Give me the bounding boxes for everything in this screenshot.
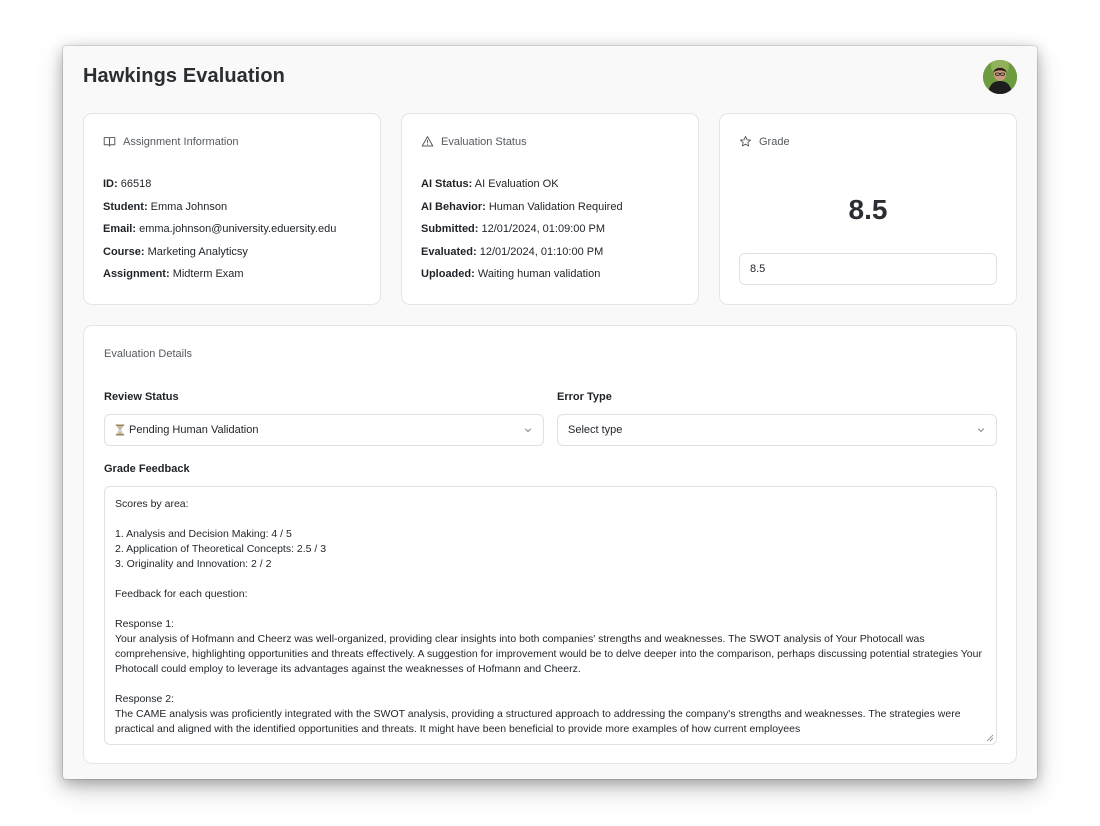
grade-feedback-textarea[interactable]: Scores by area: 1. Analysis and Decision… (104, 486, 997, 745)
info-label: Assignment: (103, 268, 170, 280)
hourglass-icon (115, 424, 125, 436)
assignment-info-list: ID: 66518 Student: Emma Johnson Email: e… (103, 177, 336, 290)
info-row-course: Course: Marketing Analyticsy (103, 245, 336, 268)
book-open-icon (103, 136, 116, 147)
grade-feedback-text: Scores by area: 1. Analysis and Decision… (115, 498, 982, 735)
evaluation-details-card: Evaluation Details Review Status Pending… (83, 325, 1017, 764)
avatar-image (983, 60, 1017, 94)
info-value: AI Evaluation OK (474, 178, 559, 190)
status-row-ai-behavior: AI Behavior: Human Validation Required (421, 200, 623, 223)
review-status-value: Pending Human Validation (115, 424, 523, 436)
info-value: Waiting human validation (477, 268, 601, 280)
error-type-value: Select type (568, 424, 623, 436)
info-label: Course: (103, 245, 145, 258)
grade-input[interactable] (739, 253, 997, 285)
assignment-info-title: Assignment Information (123, 135, 239, 148)
info-row-assignment: Assignment: Midterm Exam (103, 267, 336, 290)
info-value: Human Validation Required (488, 200, 623, 213)
chevron-down-icon (977, 428, 985, 433)
chevron-down-icon (524, 428, 532, 433)
page-title: Hawkings Evaluation (83, 65, 285, 87)
grade-header: Grade (739, 135, 790, 148)
info-value: 12/01/2024, 01:10:00 PM (479, 245, 604, 258)
star-icon (740, 136, 751, 147)
resize-handle-icon[interactable] (985, 733, 994, 742)
info-label: Email: (103, 223, 137, 235)
info-value: Midterm Exam (172, 268, 244, 280)
review-status-text: Pending Human Validation (129, 424, 259, 436)
assignment-info-card: Assignment Information ID: 66518 Student… (83, 113, 381, 305)
grade-card: Grade 8.5 (719, 113, 1017, 305)
info-value: Marketing Analyticsy (147, 245, 248, 258)
evaluation-details-title: Evaluation Details (104, 348, 193, 360)
info-value: emma.johnson@university.eduersity.edu (139, 223, 337, 235)
app-window: Hawkings Evaluation Assignment Informati… (63, 46, 1037, 779)
info-label: ID: (103, 178, 118, 190)
review-status-select[interactable]: Pending Human Validation (104, 414, 544, 446)
review-status-label: Review Status (104, 391, 179, 403)
info-value: Emma Johnson (150, 200, 228, 213)
info-label: Uploaded: (421, 268, 475, 280)
evaluation-status-list: AI Status: AI Evaluation OK AI Behavior:… (421, 177, 623, 290)
info-value: 12/01/2024, 01:09:00 PM (481, 223, 606, 235)
info-label: Student: (103, 200, 148, 213)
evaluation-status-title: Evaluation Status (441, 135, 527, 148)
assignment-info-header: Assignment Information (103, 135, 239, 148)
grade-display: 8.5 (848, 194, 888, 225)
info-row-id: ID: 66518 (103, 177, 336, 200)
error-type-label: Error Type (557, 391, 612, 403)
info-label: AI Status: (421, 178, 473, 190)
grade-feedback-label: Grade Feedback (104, 463, 190, 475)
evaluation-status-header: Evaluation Status (421, 135, 527, 148)
info-value: 66518 (120, 178, 152, 190)
info-label: AI Behavior: (421, 200, 486, 213)
warning-triangle-icon (421, 136, 434, 147)
info-row-email: Email: emma.johnson@university.eduersity… (103, 222, 336, 245)
error-type-select[interactable]: Select type (557, 414, 997, 446)
info-label: Submitted: (421, 223, 479, 235)
info-row-student: Student: Emma Johnson (103, 200, 336, 223)
status-row-uploaded: Uploaded: Waiting human validation (421, 267, 623, 290)
status-row-submitted: Submitted: 12/01/2024, 01:09:00 PM (421, 222, 623, 245)
user-avatar[interactable] (983, 60, 1017, 94)
grade-title: Grade (759, 135, 790, 148)
status-row-evaluated: Evaluated: 12/01/2024, 01:10:00 PM (421, 245, 623, 268)
info-label: Evaluated: (421, 245, 477, 258)
evaluation-status-card: Evaluation Status AI Status: AI Evaluati… (401, 113, 699, 305)
status-row-ai-status: AI Status: AI Evaluation OK (421, 177, 623, 200)
